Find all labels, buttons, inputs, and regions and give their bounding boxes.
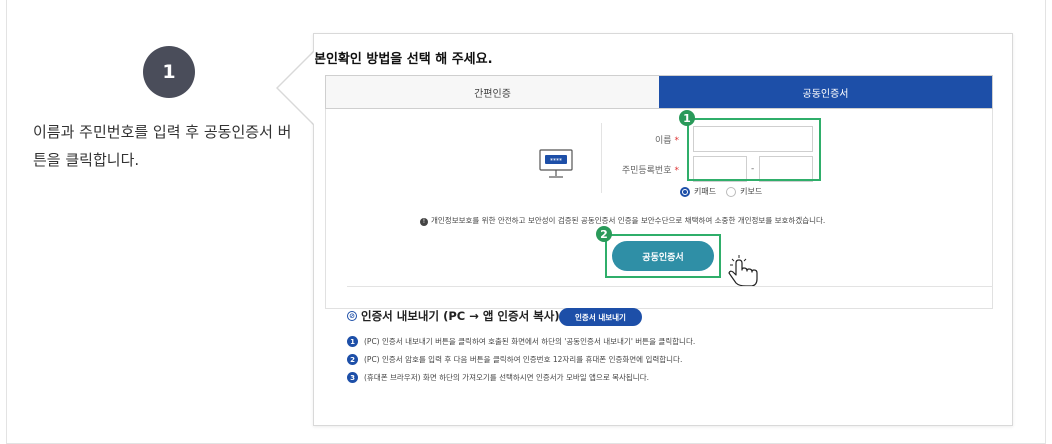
export-step-3: 3 (휴대폰 브라우저) 화면 하단의 가져오기를 선택하시면 인증서가 모바일 …	[347, 372, 649, 383]
name-label: 이름 *	[654, 136, 679, 146]
tab-simple-auth[interactable]: 간편인증	[326, 76, 659, 108]
radio-off-icon	[726, 186, 737, 197]
svg-text:****: ****	[550, 158, 562, 165]
security-notice: ! 개인정보보호를 위한 안전하고 보안성이 검증된 공동인증서 인증을 보안수단…	[420, 215, 825, 226]
radio-keyboard[interactable]: 키보드	[726, 186, 762, 197]
step-number-badge: 1	[143, 46, 195, 98]
highlight-inputs	[687, 118, 821, 181]
export-divider	[347, 286, 993, 287]
certificate-form: **** 이름 * 주민등록번호 * - 키패드 키보드 ! 개인정보보호를 위한 안…	[325, 109, 993, 309]
auth-card: 본인확인 방법을 선택 해 주세요. 간편인증 공동인증서 **** 이름 * 주…	[313, 33, 1013, 426]
callout-badge-1: 1	[679, 110, 695, 126]
pointer-hand-icon	[728, 255, 758, 287]
auth-method-tabs: 간편인증 공동인증서	[325, 75, 993, 109]
joint-certificate-button[interactable]: 공동인증서	[612, 241, 714, 271]
export-step-2: 2 (PC) 인증서 암호를 입력 후 다음 버튼을 클릭하여 인증번호 12자리…	[347, 354, 682, 365]
radio-keypad[interactable]: 키패드	[680, 186, 716, 197]
radio-on-icon	[680, 186, 690, 197]
card-title: 본인확인 방법을 선택 해 주세요.	[314, 52, 493, 67]
step-description: 이름과 주민번호를 입력 후 공동인증서 버튼을 클릭합니다.	[33, 123, 292, 169]
card-pointer-inner	[278, 51, 315, 125]
callout-badge-2: 2	[596, 226, 612, 242]
info-icon: !	[420, 218, 428, 226]
input-method-radios: 키패드 키보드	[680, 186, 762, 197]
tab-joint-certificate[interactable]: 공동인증서	[659, 76, 992, 108]
monitor-password-icon: ****	[539, 149, 573, 178]
export-title: ⊘ 인증서 내보내기 (PC → 앱 인증서 복사)	[347, 308, 560, 324]
export-certificate-button[interactable]: 인증서 내보내기	[559, 308, 642, 326]
export-step-1: 1 (PC) 인증서 내보내기 버튼을 클릭하여 호출된 화면에서 하단의 '공동…	[347, 336, 695, 347]
rrn-label: 주민등록번호 *	[621, 166, 679, 176]
copy-circle-icon: ⊘	[347, 311, 357, 321]
